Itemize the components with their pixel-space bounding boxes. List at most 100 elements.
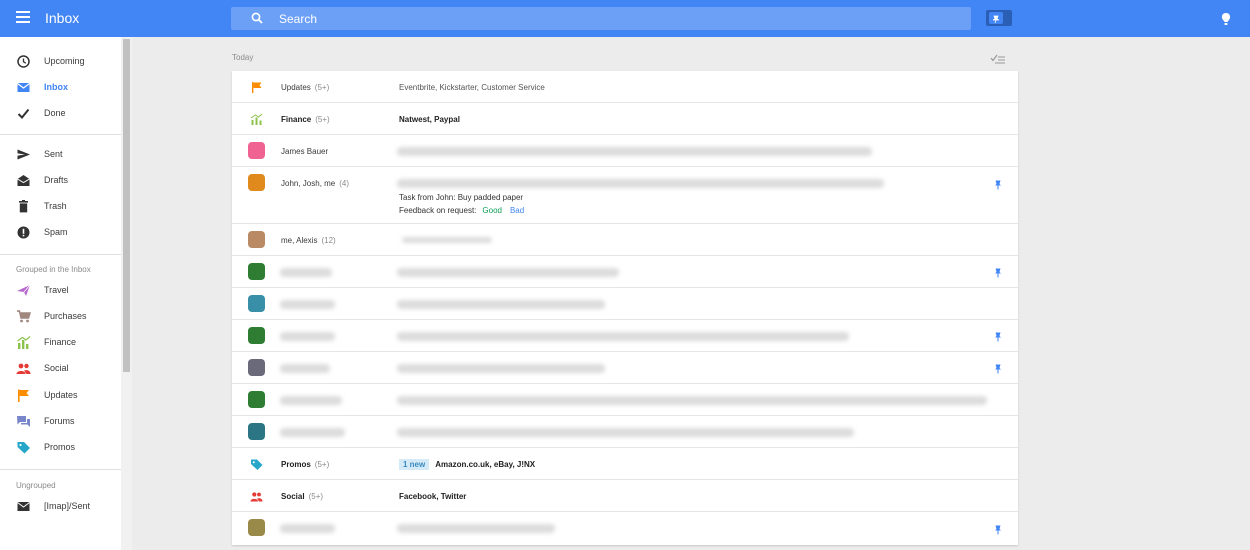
sidebar-item-finance[interactable]: Finance xyxy=(0,333,121,353)
snippet-text: Amazon.co.uk, eBay, J!NX xyxy=(435,460,536,469)
pin-icon[interactable] xyxy=(994,332,1002,342)
sidebar-item-travel[interactable]: Travel xyxy=(0,281,121,301)
sidebar-item-trash[interactable]: Trash xyxy=(0,197,121,217)
sidebar-item-label: [Imap]/Sent xyxy=(44,501,91,511)
avatar xyxy=(248,391,265,408)
clock-icon xyxy=(17,55,30,68)
sidebar-item-label: Trash xyxy=(44,201,67,211)
avatar xyxy=(248,174,265,191)
people-icon xyxy=(250,492,263,502)
pin-icon[interactable] xyxy=(994,364,1002,374)
sidebar-scrollbar-thumb[interactable] xyxy=(123,39,130,372)
message-row[interactable] xyxy=(232,256,1018,288)
feedback-line: Feedback on request: Good Bad xyxy=(399,206,524,215)
sidebar-item-promos[interactable]: Promos xyxy=(0,438,121,458)
blurred-snippet xyxy=(397,179,884,188)
search-bar[interactable] xyxy=(231,7,971,30)
blurred-snippet xyxy=(397,147,872,156)
sidebar-item-label: Done xyxy=(44,108,66,118)
bundle-row-promos[interactable]: Promos (5+) 1 new Amazon.co.uk, eBay, J!NX xyxy=(232,448,1018,480)
search-input[interactable] xyxy=(279,10,879,27)
sidebar-item-spam[interactable]: Spam xyxy=(0,223,121,243)
pin-icon[interactable] xyxy=(994,525,1002,535)
sidebar-item-label: Social xyxy=(44,363,69,373)
message-row[interactable] xyxy=(232,288,1018,320)
send-icon xyxy=(17,149,30,160)
row-sender: me, Alexis (12) xyxy=(281,236,336,245)
top-app-bar: Inbox xyxy=(0,0,1250,37)
sidebar-item-label: Updates xyxy=(44,390,78,400)
bundle-row-social[interactable]: Social (5+) Facebook, Twitter xyxy=(232,480,1018,512)
cart-icon xyxy=(17,310,31,323)
message-count: (5+) xyxy=(314,460,330,469)
blurred-snippet xyxy=(402,237,492,243)
message-row[interactable] xyxy=(232,352,1018,384)
sidebar-item-label: Drafts xyxy=(44,175,69,185)
sender-name: Social xyxy=(281,492,305,501)
row-sender: James Bauer xyxy=(281,147,328,156)
plane-icon xyxy=(17,284,31,296)
sender-name: Finance xyxy=(281,115,312,124)
message-row[interactable] xyxy=(232,320,1018,352)
flag-icon xyxy=(18,389,29,402)
sidebar-item-forums[interactable]: Forums xyxy=(0,412,121,432)
trash-icon xyxy=(19,200,28,213)
drafts-icon xyxy=(17,175,30,186)
tag-icon xyxy=(17,442,30,454)
sidebar-item-imap-sent[interactable]: [Imap]/Sent xyxy=(0,497,121,517)
feedback-bad-button[interactable]: Bad xyxy=(510,206,524,215)
message-count: (5+) xyxy=(315,115,330,124)
sweep-done-icon[interactable] xyxy=(990,52,1006,64)
feedback-good-button[interactable]: Good xyxy=(482,206,502,215)
sidebar-item-purchases[interactable]: Purchases xyxy=(0,307,121,327)
avatar xyxy=(248,519,265,536)
row-snippet: Facebook, Twitter xyxy=(399,492,467,501)
sidebar-item-inbox[interactable]: Inbox xyxy=(0,78,121,98)
pin-icon[interactable] xyxy=(994,180,1002,190)
lightbulb-icon[interactable] xyxy=(1220,12,1232,26)
blurred-sender xyxy=(280,300,335,309)
sidebar-item-done[interactable]: Done xyxy=(0,104,121,124)
bundle-row-updates[interactable]: Updates (5+) Eventbrite, Kickstarter, Cus… xyxy=(232,71,1018,103)
message-row[interactable]: James Bauer xyxy=(232,135,1018,167)
blurred-snippet xyxy=(397,396,987,405)
sidebar-item-label: Spam xyxy=(44,227,68,237)
blurred-sender xyxy=(280,396,342,405)
pin-icon[interactable] xyxy=(994,268,1002,278)
message-row[interactable] xyxy=(232,416,1018,448)
app-title: Inbox xyxy=(45,10,80,26)
blurred-sender xyxy=(280,524,335,533)
row-sender: Promos (5+) xyxy=(281,460,329,469)
sender-name: Promos xyxy=(281,460,311,469)
blurred-sender xyxy=(280,268,332,277)
sidebar-item-social[interactable]: Social xyxy=(0,359,121,379)
message-row[interactable]: John, Josh, me (4) Task from John: Buy pa… xyxy=(232,167,1018,224)
avatar xyxy=(248,359,265,376)
message-count: (4) xyxy=(339,179,350,188)
row-snippet: 1 new Amazon.co.uk, eBay, J!NX xyxy=(399,459,535,470)
blurred-sender xyxy=(280,428,345,437)
menu-icon[interactable] xyxy=(16,11,30,25)
search-icon[interactable] xyxy=(251,12,263,24)
avatar xyxy=(248,142,265,159)
sender-name: John, Josh, me xyxy=(281,179,336,188)
new-badge: 1 new xyxy=(399,459,430,470)
sender-name: me, Alexis xyxy=(281,236,318,245)
message-row[interactable]: me, Alexis (12) xyxy=(232,224,1018,256)
pinned-toggle[interactable] xyxy=(986,10,1012,26)
bundle-row-finance[interactable]: Finance (5+) Natwest, Paypal xyxy=(232,103,1018,135)
sidebar-item-sent[interactable]: Sent xyxy=(0,145,121,165)
avatar xyxy=(248,295,265,312)
sidebar-item-upcoming[interactable]: Upcoming xyxy=(0,52,121,72)
sidebar-divider xyxy=(0,254,121,255)
sidebar-item-drafts[interactable]: Drafts xyxy=(0,171,121,191)
sidebar-item-updates[interactable]: Updates xyxy=(0,386,121,406)
blurred-sender xyxy=(280,332,335,341)
avatar xyxy=(248,231,265,248)
message-row[interactable] xyxy=(232,512,1018,545)
pin-icon xyxy=(989,12,1003,24)
sidebar-item-label: Upcoming xyxy=(44,56,85,66)
flag-icon xyxy=(252,82,262,93)
message-row[interactable] xyxy=(232,384,1018,416)
tag-icon xyxy=(251,459,263,470)
